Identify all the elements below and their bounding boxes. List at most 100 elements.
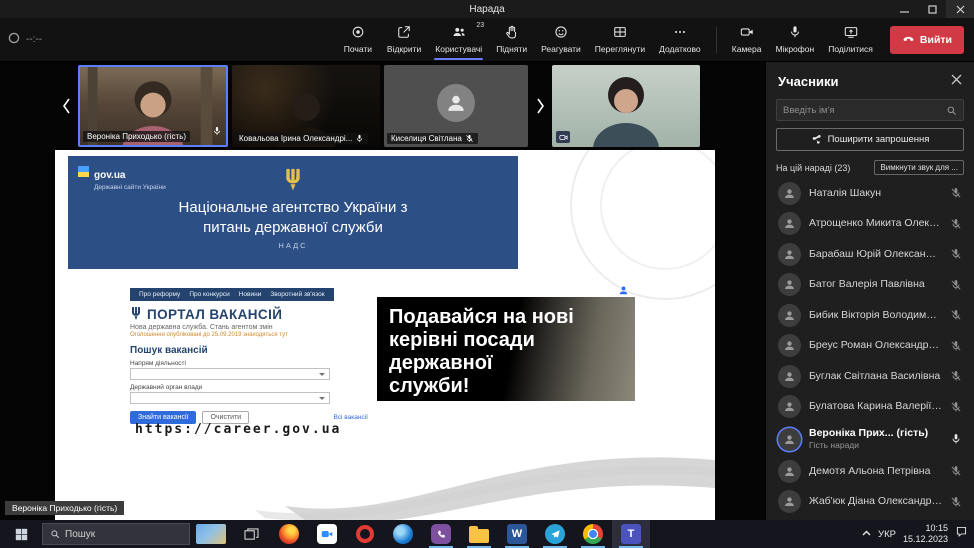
participant-row[interactable]: Бибик Вікторія Володимирівна xyxy=(766,300,974,331)
authority-select xyxy=(130,392,330,404)
minimize-button[interactable] xyxy=(890,0,918,18)
decor-rings xyxy=(570,150,715,300)
microphone-button[interactable]: Мікрофон xyxy=(769,20,822,60)
smile-icon xyxy=(554,25,568,41)
taskbar-search[interactable] xyxy=(42,523,190,545)
participant-row[interactable]: Барабаш Юрій Олександрович xyxy=(766,239,974,270)
mic-muted-icon xyxy=(950,279,962,291)
mic-muted-icon xyxy=(950,496,962,508)
nav-item: Зворотний зв'язок xyxy=(270,291,324,298)
participants-button[interactable]: 23 Користувачі xyxy=(428,20,489,60)
portal-navbar: Про реформу Про конкурси Новини Зворотни… xyxy=(130,288,334,301)
raise-hand-button[interactable]: Підняти xyxy=(489,20,534,60)
opera-icon[interactable] xyxy=(346,520,384,548)
teams-icon[interactable]: T xyxy=(612,520,650,548)
scroll-right-chevron-icon[interactable] xyxy=(532,86,548,126)
mic-muted-icon xyxy=(950,218,962,230)
taskbar-search-input[interactable] xyxy=(65,529,182,540)
video-tile-kovalova[interactable]: Ковальова Ірина Олександрі... xyxy=(232,65,380,147)
start-recording-button[interactable]: Почати xyxy=(336,20,380,60)
windows-taskbar: W T УКР 10:15 15.12.2023 xyxy=(0,520,974,548)
participant-name: Демотя Альона Петрівна xyxy=(809,465,942,478)
word-icon[interactable]: W xyxy=(498,520,536,548)
video-name-label: Киселиця Світлана xyxy=(387,133,478,144)
avatar xyxy=(778,182,801,205)
weather-widget-icon[interactable] xyxy=(196,524,226,544)
leave-meeting-button[interactable]: Вийти xyxy=(890,26,964,54)
open-button[interactable]: Відкрити xyxy=(380,20,428,60)
shared-screen-content: gov.ua Державні сайти України Національн… xyxy=(55,150,715,520)
meeting-stage: Вероніка Приходько (гість) Ковальова Іри… xyxy=(0,62,765,520)
open-icon xyxy=(397,25,411,41)
system-tray: УКР 10:15 15.12.2023 xyxy=(862,523,974,546)
participant-name: Бреус Роман Олександрович xyxy=(809,339,942,352)
mute-all-button[interactable]: Вимкнути звук для ... xyxy=(874,160,964,175)
participant-row[interactable]: Булатова Карина Валеріївна xyxy=(766,392,974,423)
person-silhouette xyxy=(552,65,700,147)
task-view-icon[interactable] xyxy=(232,520,270,548)
participant-row[interactable]: Батог Валерія Павлівна xyxy=(766,270,974,301)
file-explorer-icon[interactable] xyxy=(460,520,498,548)
participant-name: Наталія Шакун xyxy=(809,187,942,200)
avatar xyxy=(778,304,801,327)
zoom-icon[interactable] xyxy=(308,520,346,548)
firefox-icon[interactable] xyxy=(270,520,308,548)
vacancy-portal: Про реформу Про конкурси Новини Зворотни… xyxy=(130,283,635,431)
mic-muted-icon xyxy=(950,370,962,382)
meeting-window: Нарада --:-- Почати Відкрити 23 Корис xyxy=(0,0,974,548)
camera-button[interactable]: Камера xyxy=(725,20,769,60)
avatar xyxy=(437,84,475,122)
participant-name: Жаб'юк Діана Олександрівна xyxy=(809,495,942,508)
participant-row[interactable]: Вероніка Прих... (гість) Гість наради xyxy=(766,422,974,456)
mic-muted-icon xyxy=(950,340,962,352)
record-indicator-icon xyxy=(8,31,20,49)
participant-role: Гість наради xyxy=(809,440,942,450)
participant-row[interactable]: Бреус Роман Олександрович xyxy=(766,331,974,362)
tray-date: 15.12.2023 xyxy=(903,534,948,545)
participant-search[interactable] xyxy=(776,99,964,121)
participant-name: Булатова Карина Валеріївна xyxy=(809,400,942,413)
start-button[interactable] xyxy=(0,520,42,548)
share-button[interactable]: Поділитися xyxy=(821,20,880,60)
titlebar: Нарада xyxy=(0,0,974,18)
participant-search-input[interactable] xyxy=(783,105,942,116)
participant-row[interactable]: Демотя Альона Петрівна xyxy=(766,456,974,487)
participant-row[interactable]: Жаб'юк Діана Олександрівна xyxy=(766,487,974,518)
participant-row[interactable]: Буглак Світлана Василівна xyxy=(766,361,974,392)
search-icon xyxy=(50,529,60,539)
tray-expand-chevron-icon[interactable] xyxy=(862,525,871,543)
edge-icon[interactable] xyxy=(384,520,422,548)
telegram-icon[interactable] xyxy=(536,520,574,548)
participants-count-badge: 23 xyxy=(476,22,484,29)
participants-list: Наталія Шакун xyxy=(766,178,974,520)
scroll-left-chevron-icon[interactable] xyxy=(58,86,74,126)
decor-wave xyxy=(55,410,715,520)
video-tile-veronika[interactable]: Вероніка Приходько (гість) xyxy=(78,65,228,147)
share-invite-button[interactable]: Поширити запрошення xyxy=(776,128,964,151)
more-button[interactable]: Додатково xyxy=(652,20,707,60)
nav-item: Новини xyxy=(239,291,262,298)
language-indicator[interactable]: УКР xyxy=(878,529,896,540)
participant-row[interactable]: Атрощенко Микита Олександр... xyxy=(766,209,974,240)
panel-close-icon[interactable] xyxy=(951,72,962,90)
view-button[interactable]: Переглянути xyxy=(588,20,652,60)
notification-center-icon[interactable] xyxy=(955,525,968,543)
maximize-button[interactable] xyxy=(918,0,946,18)
activity-select xyxy=(130,368,330,380)
video-tile-kyselytsia[interactable]: Киселиця Світлана xyxy=(384,65,528,147)
participant-name: Вероніка Прих... (гість) xyxy=(809,427,942,440)
video-tile-4[interactable] xyxy=(552,65,700,147)
participants-panel: Учасники Поширити запрошення На цій нара… xyxy=(765,62,974,520)
avatar xyxy=(778,334,801,357)
taskbar-clock[interactable]: 10:15 15.12.2023 xyxy=(903,523,948,546)
window-title: Нарада xyxy=(469,4,504,15)
portal-title: ПОРТАЛ ВАКАНСІЙ xyxy=(147,307,282,322)
react-button[interactable]: Реагувати xyxy=(534,20,588,60)
participant-row[interactable]: Наталія Шакун xyxy=(766,178,974,209)
view-icon xyxy=(613,25,627,41)
mic-icon xyxy=(788,25,802,41)
close-button[interactable] xyxy=(946,0,974,18)
chrome-icon[interactable] xyxy=(574,520,612,548)
viber-icon[interactable] xyxy=(422,520,460,548)
mic-on-icon xyxy=(950,433,962,445)
